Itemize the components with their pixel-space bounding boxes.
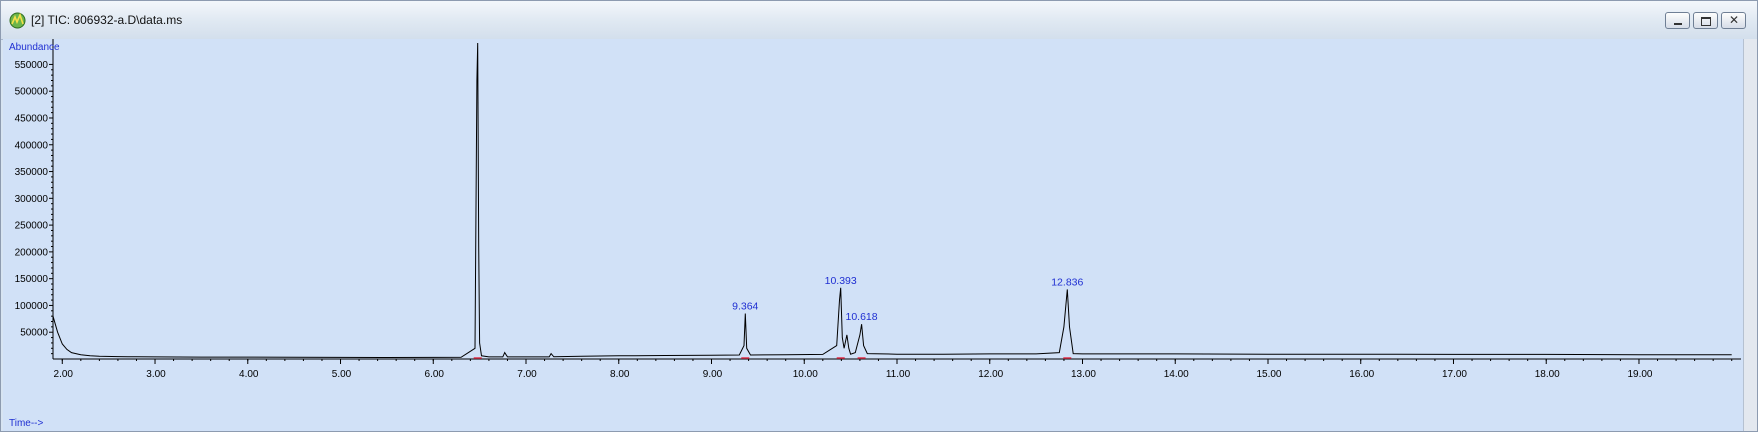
minimize-button[interactable] [1665,12,1690,29]
y-tick-label: 100000 [15,301,49,312]
x-tick-label: 7.00 [517,369,537,380]
x-tick-label: 17.00 [1442,369,1467,380]
y-tick-label: 300000 [15,194,49,205]
x-tick-label: 14.00 [1164,369,1189,380]
peak-label: 12.836 [1051,276,1083,288]
x-tick-label: 5.00 [332,369,352,380]
title-bar[interactable]: [2] TIC: 806932-a.D\data.ms ✕ [1,1,1757,40]
y-tick-label: 550000 [15,60,49,71]
x-tick-label: 18.00 [1535,369,1560,380]
y-axis-label: Abundance [9,42,60,53]
x-tick-label: 6.00 [425,369,445,380]
vertical-scrollbar[interactable] [1743,39,1757,431]
close-icon: ✕ [1729,13,1740,27]
x-tick-label: 16.00 [1349,369,1374,380]
minimize-icon [1674,23,1682,25]
chromatogram-window: [2] TIC: 806932-a.D\data.ms ✕ 50000 10000… [0,0,1758,432]
x-tick-label: 11.00 [886,369,911,380]
plot-area: 50000 100000 150000 200000 250000 300000 35000… [3,30,1756,431]
chromatogram-chart: 50000 100000 150000 200000 250000 300000 35000… [3,30,1743,431]
y-tick-label: 400000 [15,140,49,151]
x-tick-label: 8.00 [610,369,630,380]
peak-label: 10.393 [825,275,857,287]
maximize-button[interactable] [1693,12,1718,29]
y-tick-label: 200000 [15,247,49,258]
x-axis-label: Time--> [9,418,44,429]
x-tick-label: 9.00 [703,369,723,380]
peak-label: 10.618 [846,311,878,323]
x-tick-label: 4.00 [239,369,259,380]
x-tick-label: 13.00 [1071,369,1096,380]
y-tick-label: 450000 [15,113,49,124]
chromatogram-app-icon [9,12,26,29]
x-tick-label: 15.00 [1256,369,1281,380]
x-tick-label: 12.00 [978,369,1003,380]
y-tick-label: 250000 [15,221,49,232]
peak-label: 9.364 [732,300,758,312]
window-title: [2] TIC: 806932-a.D\data.ms [31,13,183,27]
y-tick-label: 350000 [15,167,49,178]
y-tick-label: 150000 [15,274,49,285]
x-tick-label: 10.00 [793,369,818,380]
x-tick-label: 19.00 [1627,369,1652,380]
y-tick-label: 500000 [15,87,49,98]
close-button[interactable]: ✕ [1721,12,1746,29]
maximize-icon [1701,17,1711,26]
x-tick-label: 3.00 [146,369,166,380]
y-tick-label: 50000 [20,328,48,339]
x-tick-label: 2.00 [54,369,74,380]
peak-label: 6.479 [465,39,491,42]
